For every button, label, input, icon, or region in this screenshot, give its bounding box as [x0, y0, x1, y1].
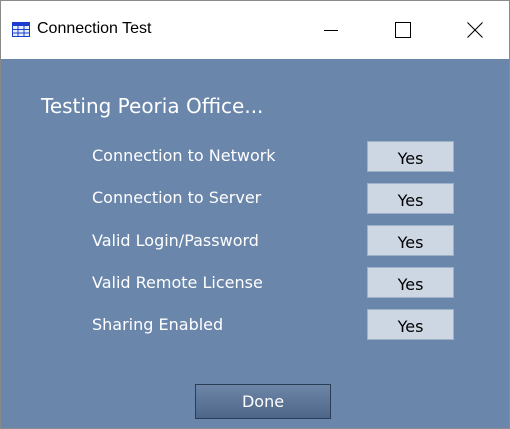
check-label-license: Valid Remote License	[92, 273, 263, 292]
check-label-sharing: Sharing Enabled	[92, 315, 224, 334]
done-button[interactable]: Done	[195, 384, 331, 419]
close-button[interactable]	[445, 1, 505, 59]
check-value-license: Yes	[367, 267, 454, 298]
minimize-button[interactable]	[301, 1, 361, 59]
maximize-icon	[395, 22, 411, 38]
title-bar[interactable]: Connection Test	[1, 1, 509, 59]
check-value-network: Yes	[367, 141, 454, 172]
maximize-button[interactable]	[373, 1, 433, 59]
minimize-icon	[324, 23, 338, 37]
close-icon	[467, 22, 483, 38]
check-label-server: Connection to Server	[92, 188, 262, 207]
check-value-sharing: Yes	[367, 309, 454, 340]
grid-table-icon	[12, 22, 30, 37]
check-value-server: Yes	[367, 183, 454, 214]
window-title: Connection Test	[37, 20, 152, 37]
check-label-login: Valid Login/Password	[92, 231, 259, 250]
check-label-network: Connection to Network	[92, 146, 276, 165]
check-value-login: Yes	[367, 225, 454, 256]
connection-test-window: Connection Test Testing Peoria Office...…	[0, 0, 510, 429]
testing-heading: Testing Peoria Office...	[41, 94, 264, 118]
